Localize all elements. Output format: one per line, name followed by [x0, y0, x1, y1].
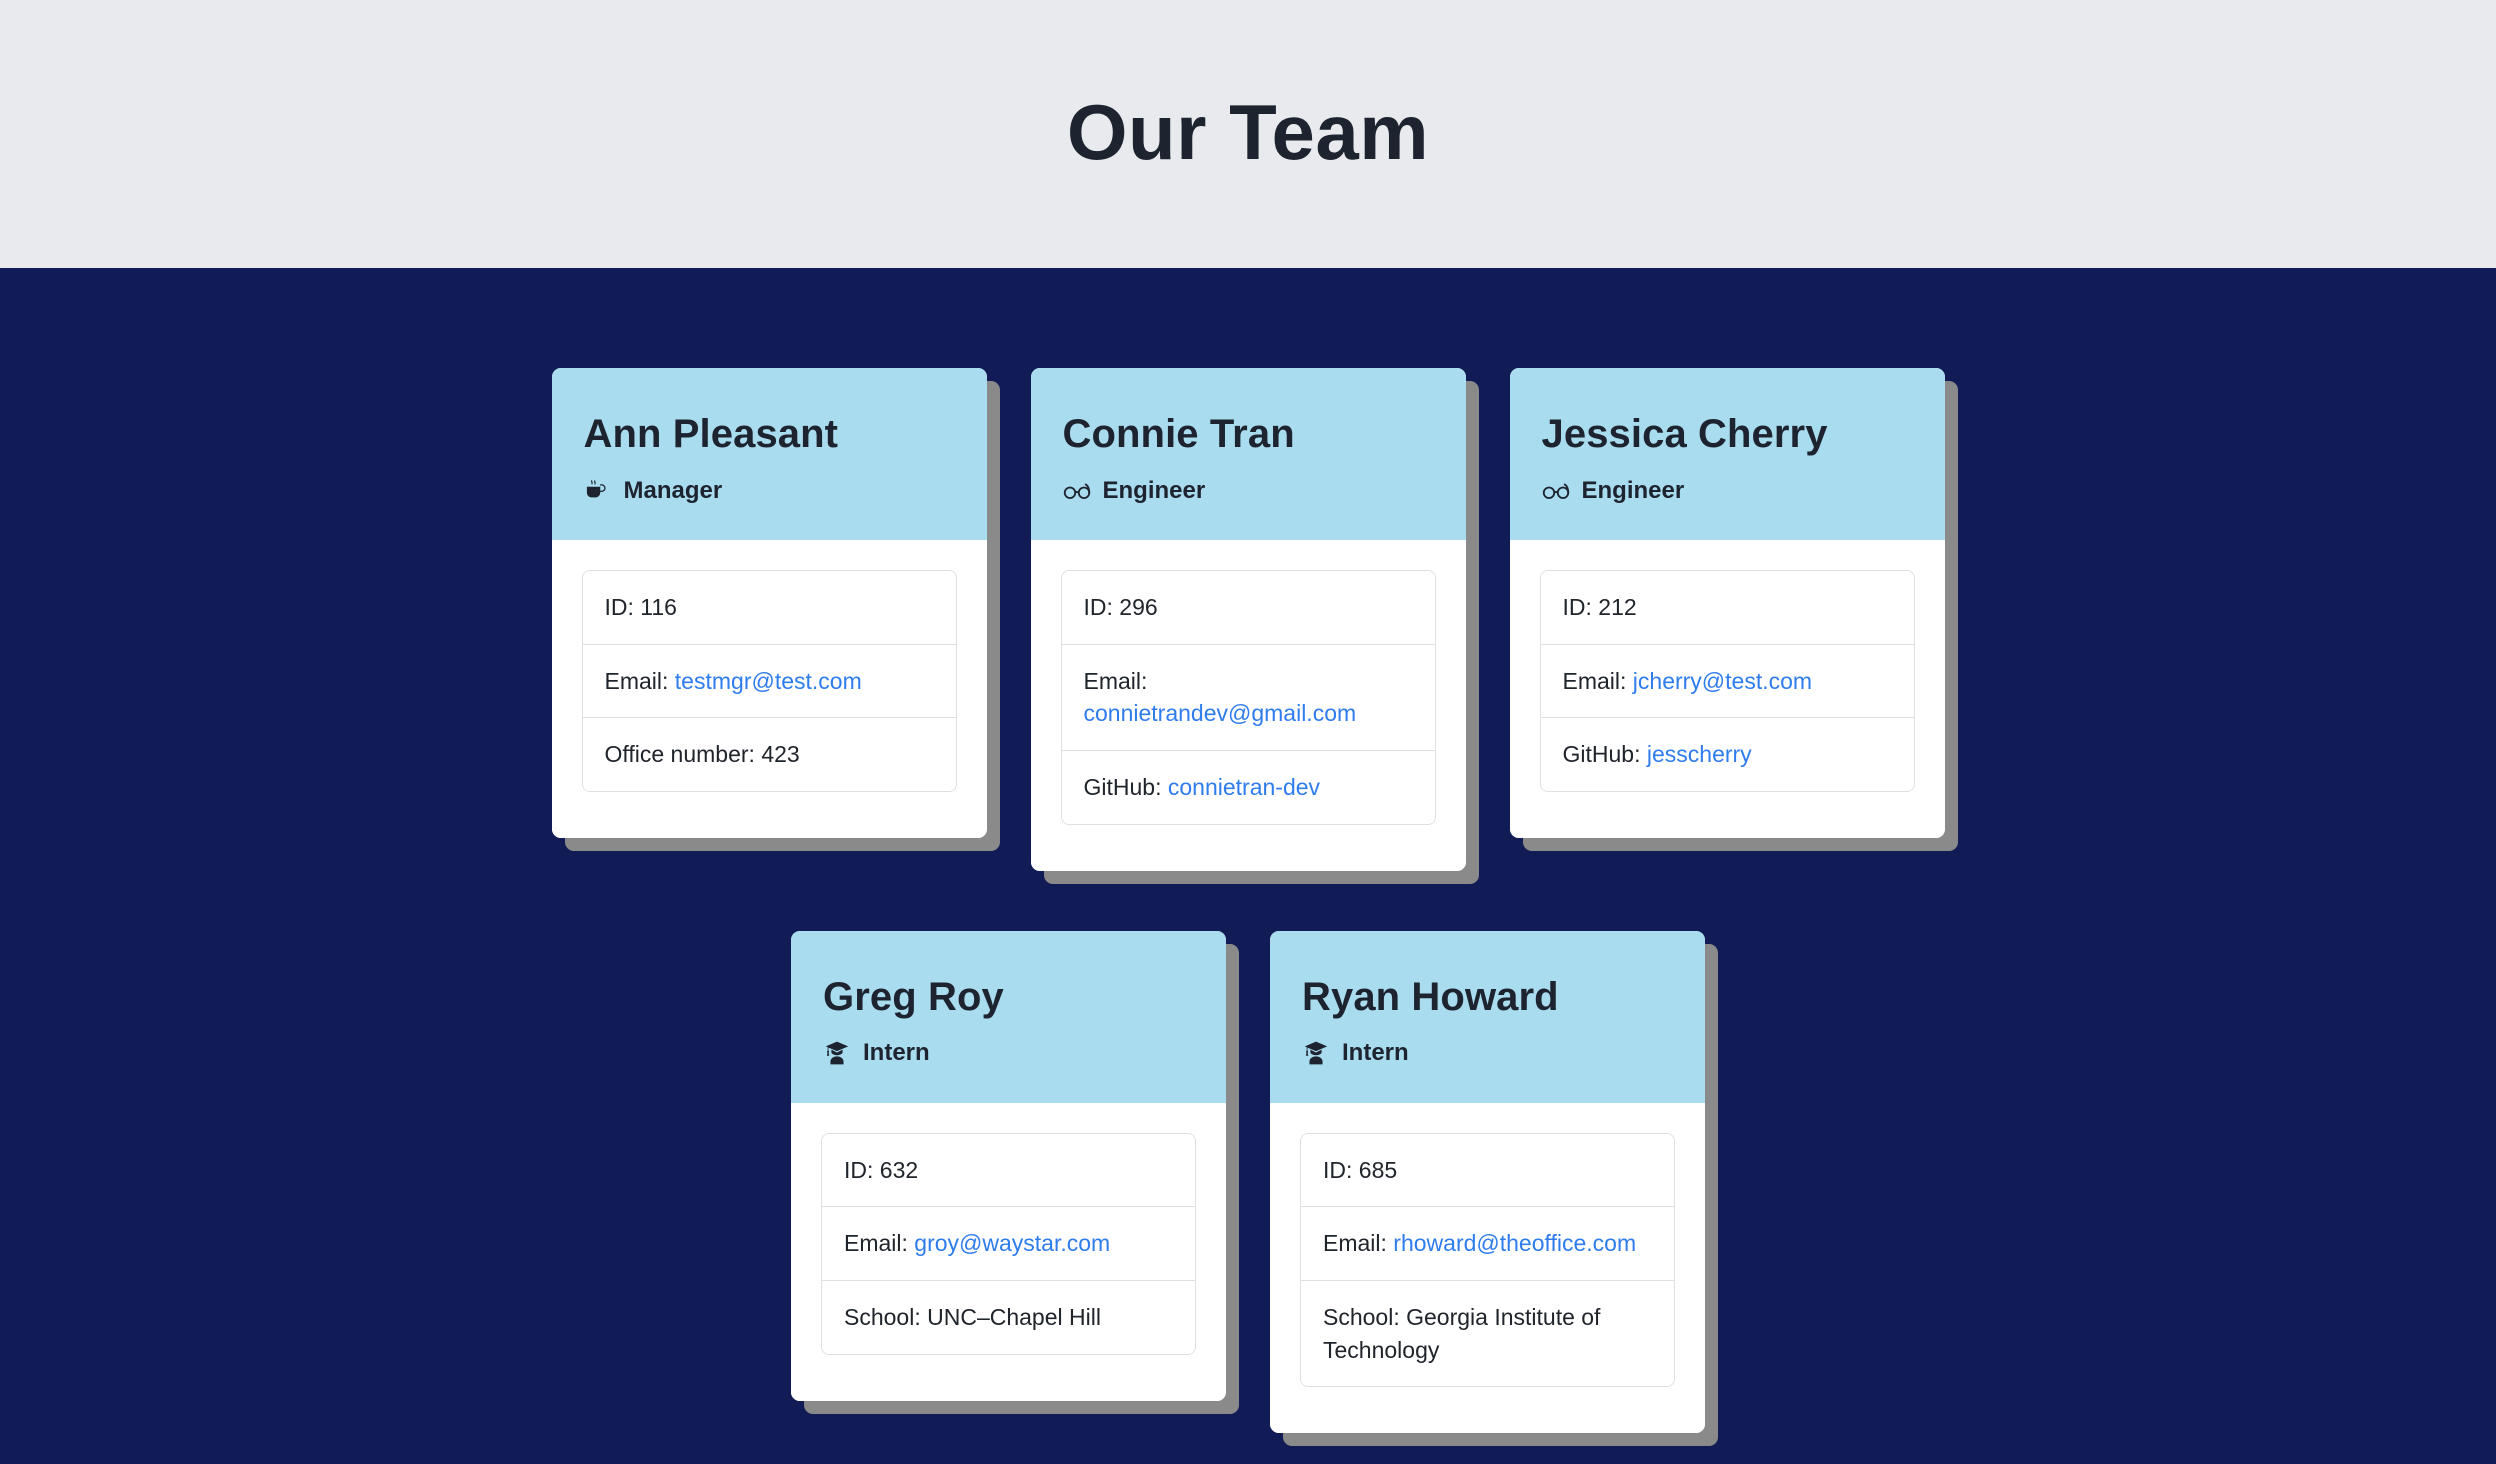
team-member-card[interactable]: Ryan Howard Intern ID: 685 Email: rhoward@t…	[1270, 930, 1705, 1434]
team-card-area: Ann Pleasant Manager ID: 116 Email: testmgr…	[0, 268, 2496, 1434]
team-member-card[interactable]: Greg Roy Intern ID: 632 Email: groy@waystar…	[791, 930, 1226, 1401]
member-detail-item: ID: 116	[582, 571, 956, 645]
detail-value: 423	[761, 741, 800, 768]
member-detail-list: ID: 212 Email: jcherry@test.com GitHub: je…	[1539, 570, 1915, 792]
glasses-icon	[1542, 477, 1570, 505]
team-member-card[interactable]: Ann Pleasant Manager ID: 116 Email: testmgr…	[551, 368, 987, 838]
member-role-label: Manager	[623, 476, 723, 504]
detail-label: GitHub:	[1083, 773, 1168, 800]
member-detail-item[interactable]: Email: jcherry@test.com	[1540, 644, 1914, 719]
member-detail-list: ID: 685 Email: rhoward@theoffice.com Schoo…	[1300, 1132, 1675, 1388]
card-header: Ryan Howard Intern	[1270, 930, 1705, 1103]
member-detail-item: ID: 212	[1540, 571, 1914, 645]
member-role-label: Intern	[863, 1039, 930, 1067]
member-name: Greg Roy	[823, 974, 1004, 1019]
detail-link[interactable]: connietran-dev	[1168, 774, 1320, 800]
card-header: Ann Pleasant Manager	[551, 368, 987, 540]
detail-label: School:	[844, 1303, 928, 1330]
detail-link[interactable]: jesscherry	[1647, 741, 1752, 767]
team-member-card[interactable]: Connie Tran Engineer ID: 296 Email: conniet…	[1030, 368, 1466, 871]
member-name: Jessica Cherry	[1541, 412, 1828, 456]
member-role-label: Intern	[1342, 1039, 1409, 1067]
member-detail-list: ID: 632 Email: groy@waystar.com School: UN…	[821, 1132, 1196, 1355]
member-name: Connie Tran	[1062, 412, 1295, 456]
card-body: ID: 685 Email: rhoward@theoffice.com Schoo…	[1270, 1102, 1705, 1434]
detail-label: ID:	[604, 594, 641, 620]
member-role: Intern	[823, 1039, 1194, 1067]
member-role: Manager	[584, 477, 955, 505]
page-header: Our Team	[0, 0, 2496, 268]
member-name: Ann Pleasant	[583, 412, 839, 456]
detail-label: Office number:	[604, 741, 762, 768]
detail-label: ID:	[1562, 594, 1599, 620]
card-body: ID: 116 Email: testmgr@test.com Office num…	[551, 540, 987, 838]
member-detail-item: ID: 296	[1061, 571, 1435, 645]
detail-label: ID:	[844, 1156, 880, 1183]
detail-label: ID:	[1083, 594, 1120, 620]
member-detail-list: ID: 296 Email: connietrandev@gmail.com Git…	[1060, 570, 1436, 825]
detail-value: 212	[1598, 594, 1637, 620]
card-row: Greg Roy Intern ID: 632 Email: groy@waystar…	[0, 930, 2496, 1434]
member-role: Engineer	[1542, 477, 1913, 505]
card-body: ID: 212 Email: jcherry@test.com GitHub: je…	[1509, 540, 1945, 838]
member-detail-item: School: UNC–Chapel Hill	[822, 1280, 1195, 1354]
member-detail-item[interactable]: GitHub: jesscherry	[1540, 718, 1914, 791]
graduate-icon	[1302, 1039, 1330, 1067]
graduate-icon	[823, 1039, 851, 1067]
member-detail-item: ID: 685	[1301, 1133, 1674, 1208]
coffee-cup-icon	[584, 477, 612, 505]
card-body: ID: 296 Email: connietrandev@gmail.com Git…	[1030, 540, 1466, 871]
detail-label: GitHub:	[1562, 741, 1647, 768]
member-detail-item[interactable]: Email: connietrandev@gmail.com	[1061, 644, 1435, 751]
card-body: ID: 632 Email: groy@waystar.com School: UN…	[791, 1102, 1226, 1401]
detail-value: 685	[1358, 1156, 1398, 1183]
member-detail-item: School: Georgia Institute of Technology	[1301, 1280, 1674, 1387]
member-detail-list: ID: 116 Email: testmgr@test.com Office num…	[581, 570, 957, 792]
member-role-label: Engineer	[1581, 476, 1685, 504]
detail-value: 296	[1119, 594, 1158, 620]
member-detail-item[interactable]: Email: groy@waystar.com	[822, 1207, 1195, 1281]
member-name: Ryan Howard	[1302, 974, 1559, 1019]
detail-link[interactable]: groy@waystar.com	[914, 1230, 1110, 1256]
detail-link[interactable]: rhoward@theoffice.com	[1393, 1230, 1636, 1256]
member-role: Intern	[1302, 1039, 1673, 1067]
detail-label: Email:	[1562, 667, 1633, 694]
member-detail-item: Office number: 423	[582, 718, 956, 791]
card-header: Greg Roy Intern	[791, 930, 1226, 1103]
member-detail-item: ID: 632	[822, 1133, 1195, 1208]
card-header: Jessica Cherry Engineer	[1509, 368, 1945, 540]
member-role: Engineer	[1063, 477, 1434, 505]
detail-label: Email:	[604, 667, 675, 694]
member-detail-item[interactable]: Email: rhoward@theoffice.com	[1301, 1207, 1674, 1281]
member-detail-item[interactable]: Email: testmgr@test.com	[582, 644, 956, 719]
member-role-label: Engineer	[1102, 476, 1206, 504]
team-page: Our Team Ann Pleasant Manager ID: 116 Email…	[0, 0, 2496, 1464]
team-member-card[interactable]: Jessica Cherry Engineer ID: 212 Email: jche…	[1509, 368, 1945, 838]
card-row: Ann Pleasant Manager ID: 116 Email: testmgr…	[0, 368, 2496, 871]
detail-label: ID:	[1323, 1156, 1359, 1183]
detail-value: 632	[879, 1156, 919, 1183]
glasses-icon	[1063, 477, 1091, 505]
detail-link[interactable]: testmgr@test.com	[675, 668, 862, 694]
card-header: Connie Tran Engineer	[1030, 368, 1466, 540]
member-detail-item[interactable]: GitHub: connietran-dev	[1061, 750, 1435, 824]
detail-value: 116	[640, 594, 677, 620]
detail-link[interactable]: connietrandev@gmail.com	[1084, 700, 1357, 726]
detail-link[interactable]: jcherry@test.com	[1633, 668, 1812, 694]
detail-label: Email:	[844, 1230, 915, 1257]
detail-label: Email:	[1323, 1230, 1394, 1257]
detail-label: School:	[1323, 1303, 1407, 1330]
detail-label: Email:	[1083, 667, 1148, 694]
detail-value: UNC–Chapel Hill	[927, 1303, 1101, 1330]
page-title: Our Team	[1066, 88, 1430, 176]
